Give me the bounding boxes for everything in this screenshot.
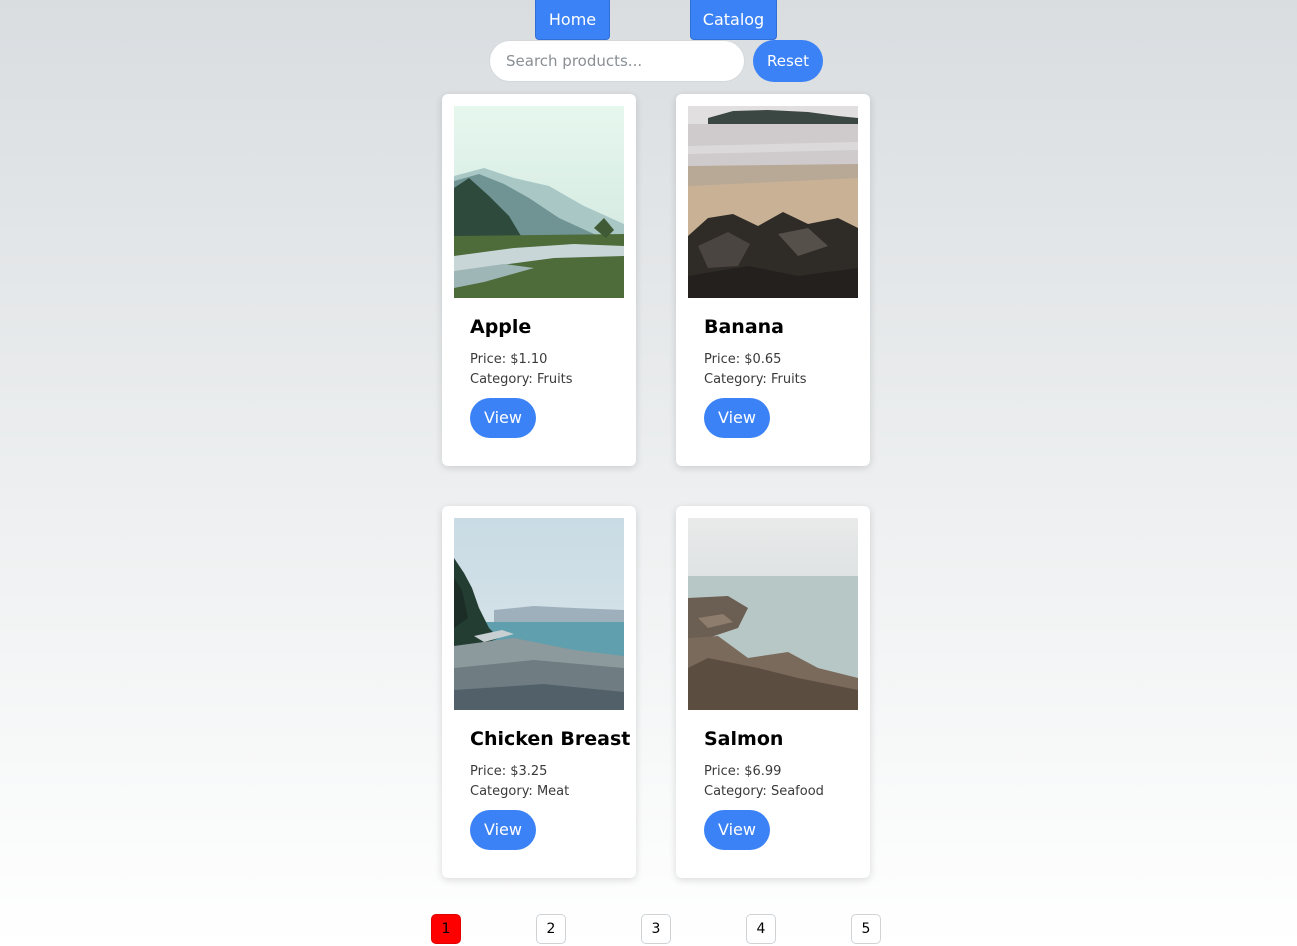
product-category: Category: Seafood (704, 784, 824, 799)
page-button-3[interactable]: 3 (641, 914, 671, 944)
product-name: Apple (470, 316, 532, 338)
product-price: Price: $1.10 (470, 352, 548, 367)
page-button-1[interactable]: 1 (431, 914, 461, 944)
product-image-misty-river-valley (454, 106, 624, 298)
product-category: Category: Fruits (470, 372, 573, 387)
product-card: Salmon Price: $6.99 Category: Seafood Vi… (676, 506, 870, 878)
product-price: Price: $0.65 (704, 352, 782, 367)
nav-home-button[interactable]: Home (535, 0, 610, 40)
nav-catalog-button[interactable]: Catalog (690, 0, 777, 40)
product-price: Price: $6.99 (704, 764, 782, 779)
product-image-pebble-shoreline (454, 518, 624, 710)
view-button[interactable]: View (470, 398, 536, 438)
product-name: Banana (704, 316, 784, 338)
page-button-2[interactable]: 2 (536, 914, 566, 944)
page-button-4[interactable]: 4 (746, 914, 776, 944)
product-category: Category: Meat (470, 784, 570, 799)
view-button[interactable]: View (704, 398, 770, 438)
reset-button[interactable]: Reset (753, 40, 823, 82)
product-price: Price: $3.25 (470, 764, 548, 779)
view-button[interactable]: View (470, 810, 536, 850)
product-card: Apple Price: $1.10 Category: Fruits View (442, 94, 636, 466)
product-image-coastal-rocks (688, 518, 858, 710)
product-name: Chicken Breast (470, 728, 631, 750)
product-image-beach-rocks (688, 106, 858, 298)
search-input[interactable] (489, 40, 745, 82)
product-category: Category: Fruits (704, 372, 807, 387)
product-card: Chicken Breast Price: $3.25 Category: Me… (442, 506, 636, 878)
view-button[interactable]: View (704, 810, 770, 850)
page-button-5[interactable]: 5 (851, 914, 881, 944)
product-card: Banana Price: $0.65 Category: Fruits Vie… (676, 94, 870, 466)
product-name: Salmon (704, 728, 784, 750)
